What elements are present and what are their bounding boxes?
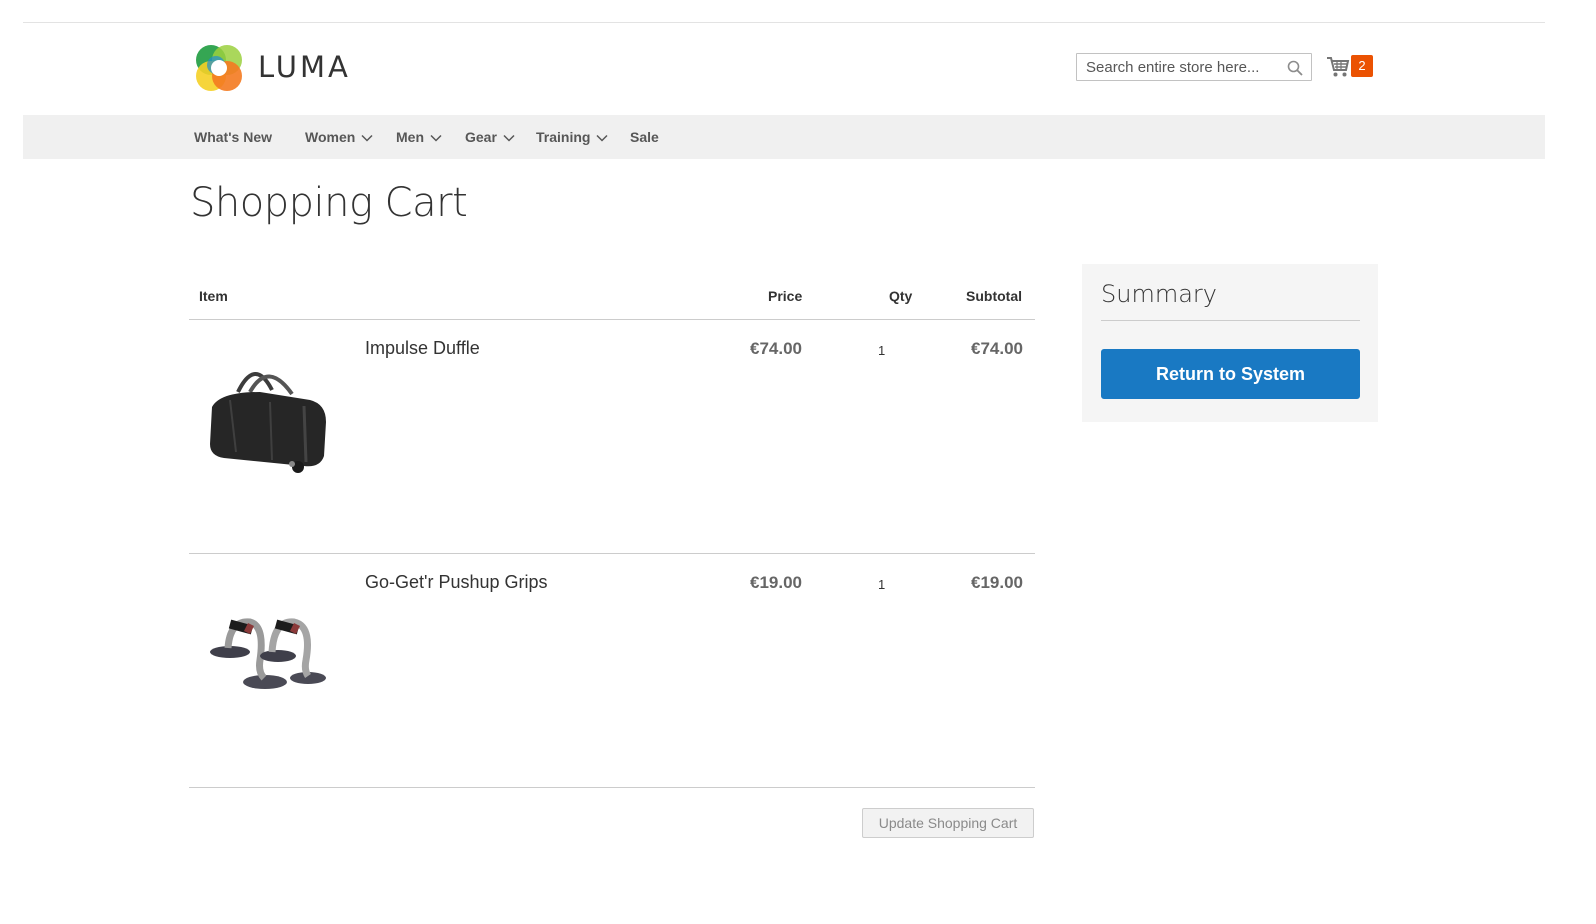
item-qty[interactable]: 1 [878, 343, 885, 358]
nav-item-label: Gear [465, 129, 497, 145]
return-to-system-button[interactable]: Return to System [1101, 349, 1360, 399]
chevron-down-icon [596, 135, 608, 142]
summary-title: Summary [1101, 280, 1217, 308]
minicart-link[interactable]: 2 [1326, 54, 1376, 80]
column-header-item: Item [199, 288, 228, 304]
luma-logo-icon[interactable] [194, 43, 244, 93]
nav-item-men[interactable]: Men [396, 115, 442, 159]
search-box[interactable] [1076, 53, 1312, 81]
main-navigation: What's New Women Men Gear Training Sale [23, 115, 1545, 159]
nav-item-whats-new[interactable]: What's New [194, 115, 272, 159]
column-header-subtotal: Subtotal [966, 288, 1022, 304]
table-divider [189, 553, 1035, 554]
chevron-down-icon [430, 135, 442, 142]
table-divider [189, 787, 1035, 788]
cart-count-badge[interactable]: 2 [1351, 55, 1373, 77]
nav-item-label: Sale [630, 129, 659, 145]
cart-summary: Summary Return to System [1082, 264, 1378, 422]
search-input[interactable] [1077, 54, 1286, 80]
page-title: Shopping Cart [190, 180, 468, 226]
nav-item-label: Training [536, 129, 591, 145]
search-icon[interactable] [1287, 60, 1303, 76]
nav-item-women[interactable]: Women [305, 115, 373, 159]
nav-item-label: What's New [194, 129, 273, 145]
pushup-grips-icon[interactable] [200, 590, 330, 720]
summary-divider [1101, 320, 1360, 321]
nav-item-sale[interactable]: Sale [630, 115, 659, 159]
item-price: €19.00 [750, 573, 802, 592]
item-qty[interactable]: 1 [878, 577, 885, 592]
duffle-bag-icon[interactable] [200, 352, 330, 482]
column-header-price: Price [768, 288, 803, 304]
product-name-link[interactable]: Go-Get'r Pushup Grips [365, 572, 548, 593]
product-name-link[interactable]: Impulse Duffle [365, 338, 480, 359]
item-subtotal: €19.00 [971, 573, 1023, 592]
table-divider [189, 319, 1035, 320]
column-header-qty: Qty [889, 288, 913, 304]
item-subtotal: €74.00 [971, 339, 1023, 358]
chevron-down-icon [361, 135, 373, 142]
nav-item-label: Men [396, 129, 424, 145]
nav-item-gear[interactable]: Gear [465, 115, 515, 159]
nav-item-training[interactable]: Training [536, 115, 608, 159]
shopping-cart-icon[interactable] [1326, 56, 1350, 78]
nav-item-label: Women [305, 129, 356, 145]
logo-text[interactable]: LUMA [258, 50, 351, 84]
chevron-down-icon [503, 135, 515, 142]
update-shopping-cart-button[interactable]: Update Shopping Cart [862, 808, 1034, 838]
item-price: €74.00 [750, 339, 802, 358]
